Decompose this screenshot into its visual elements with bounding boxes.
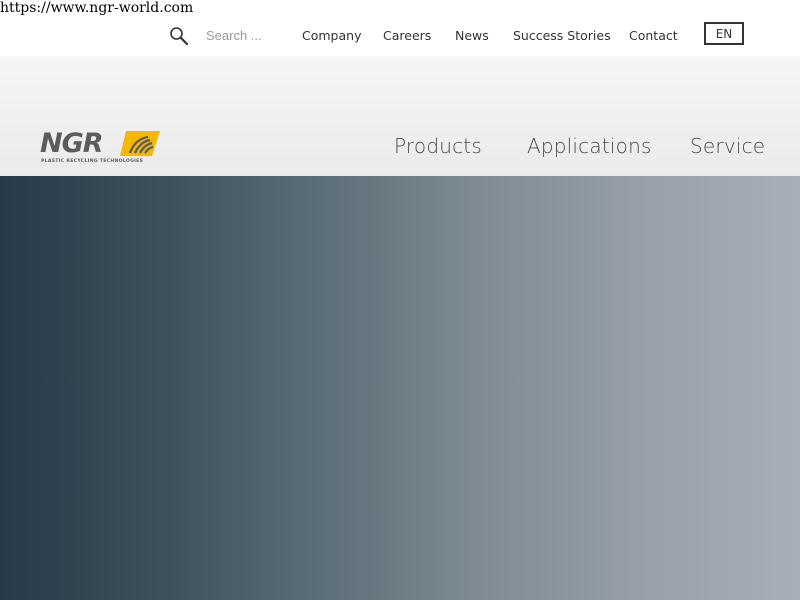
hero-banner [0, 176, 800, 600]
nav-service[interactable]: Service [690, 134, 765, 158]
top-utility-bar: Company Careers News Success Stories Con… [0, 16, 800, 56]
toplink-contact[interactable]: Contact [629, 28, 678, 43]
browser-url: https://www.ngr-world.com [0, 0, 194, 16]
nav-products[interactable]: Products [394, 134, 482, 158]
toplink-company[interactable]: Company [302, 28, 361, 43]
search-input[interactable] [204, 24, 288, 46]
toplink-careers[interactable]: Careers [383, 28, 431, 43]
toplink-news[interactable]: News [455, 28, 489, 43]
language-selector[interactable]: EN [704, 22, 744, 45]
main-header: NGR PLASTIC RECYCLING TECHNOLOGIES Produ… [0, 56, 800, 176]
logo-mark-icon [120, 131, 160, 156]
search-icon[interactable] [169, 26, 189, 46]
logo-tagline: PLASTIC RECYCLING TECHNOLOGIES [41, 158, 143, 164]
logo-wordmark: NGR [40, 128, 103, 159]
toplink-success-stories[interactable]: Success Stories [513, 28, 611, 43]
ngr-logo[interactable]: NGR PLASTIC RECYCLING TECHNOLOGIES [40, 128, 162, 164]
nav-applications[interactable]: Applications [527, 134, 652, 158]
